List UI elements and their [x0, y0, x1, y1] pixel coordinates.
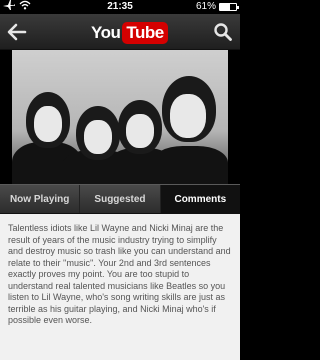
figure-face — [170, 94, 206, 138]
search-icon — [214, 23, 232, 41]
tab-now-playing[interactable]: Now Playing — [0, 185, 81, 213]
figure-body — [152, 146, 228, 184]
tab-bar: Now Playing Suggested Comments — [0, 184, 240, 214]
battery-percent: 61% — [195, 1, 216, 12]
nav-bar: You Tube — [0, 14, 240, 50]
search-button[interactable] — [212, 22, 234, 42]
status-right: 61% — [195, 0, 239, 14]
youtube-logo: You Tube — [91, 22, 168, 44]
battery-icon — [219, 3, 239, 11]
video-player[interactable] — [0, 50, 240, 184]
logo-you: You — [91, 23, 121, 42]
logo-tube: Tube — [122, 22, 168, 44]
comment-text: Talentless idiots like Lil Wayne and Nic… — [8, 223, 231, 325]
figure-face — [34, 106, 62, 142]
comments-panel[interactable]: Talentless idiots like Lil Wayne and Nic… — [0, 214, 240, 360]
figure-face — [126, 114, 154, 148]
back-arrow-icon — [7, 23, 27, 41]
tab-comments[interactable]: Comments — [160, 185, 240, 213]
tab-suggested[interactable]: Suggested — [80, 185, 161, 213]
battery-level — [220, 4, 230, 10]
video-thumbnail[interactable] — [12, 50, 228, 184]
status-bar: 21:35 61% — [0, 0, 240, 14]
figure-face — [84, 120, 112, 154]
back-button[interactable] — [6, 22, 28, 42]
